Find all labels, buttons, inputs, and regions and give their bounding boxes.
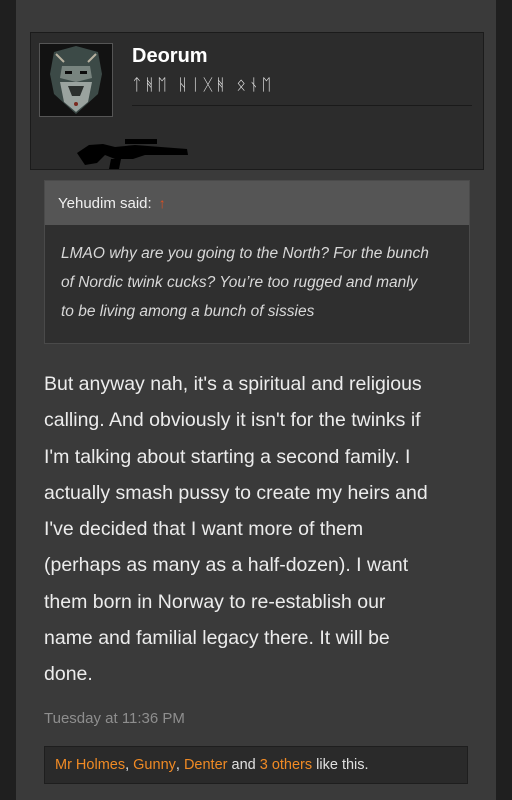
likes-and-text: and (227, 757, 260, 773)
message-line: calling. And obviously it isn't for the … (44, 409, 421, 432)
post-timestamp[interactable]: Tuesday at 11:36 PM (44, 710, 185, 727)
user-info-block: Deorum ᛏᚻᛖ ᚺᛁᚷᚻ ᛟᚾᛖ (30, 32, 484, 170)
quote-block: Yehudim said: ↑ LMAO why are you going t… (44, 180, 470, 344)
username[interactable]: Deorum (132, 45, 208, 68)
liker-link[interactable]: Gunny (133, 757, 176, 773)
user-avatar[interactable] (39, 43, 113, 117)
post-container: Deorum ᛏᚻᛖ ᚺᛁᚷᚻ ᛟᚾᛖ Yehudim said: ↑ LMAO… (16, 0, 496, 800)
message-line: name and familial legacy there. It will … (44, 627, 390, 650)
message-line: But anyway nah, it's a spiritual and rel… (44, 373, 422, 395)
message-line: actually smash pussy to create my heirs … (44, 481, 428, 504)
liker-link[interactable]: Denter (184, 757, 228, 773)
quote-line: of Nordic twink cucks? You’re too rugged… (61, 274, 418, 291)
message-line: I'm talking about starting a second fami… (44, 445, 411, 468)
user-divider (132, 105, 472, 106)
quote-line: to be living among a bunch of sissies (61, 303, 315, 320)
message-line: done. (44, 663, 93, 686)
quote-line: LMAO why are you going to the North? For… (61, 245, 429, 262)
likes-suffix: like this. (312, 757, 369, 773)
bearded-warrior-avatar-icon (40, 44, 112, 116)
rifle-silhouette-icon (77, 139, 188, 169)
quote-text: LMAO why are you going to the North? For… (45, 225, 469, 326)
quote-author: Yehudim said: (58, 194, 152, 212)
up-arrow-icon[interactable]: ↑ (159, 195, 166, 211)
message-body: But anyway nah, it's a spiritual and rel… (44, 366, 484, 693)
liker-link[interactable]: Mr Holmes (55, 757, 125, 773)
message-line: (perhaps as many as a half-dozen). I wan… (44, 554, 409, 577)
user-title: ᛏᚻᛖ ᚺᛁᚷᚻ ᛟᚾᛖ (132, 75, 275, 94)
likes-bar: Mr Holmes, Gunny, Denter and 3 others li… (44, 746, 468, 784)
separator: , (175, 757, 184, 773)
separator: , (125, 757, 134, 773)
quote-header: Yehudim said: ↑ (45, 181, 469, 225)
message-line: I've decided that I want more of them (44, 518, 364, 541)
others-link[interactable]: 3 others (260, 757, 312, 773)
message-line: them born in Norway to re-establish our (44, 590, 386, 613)
